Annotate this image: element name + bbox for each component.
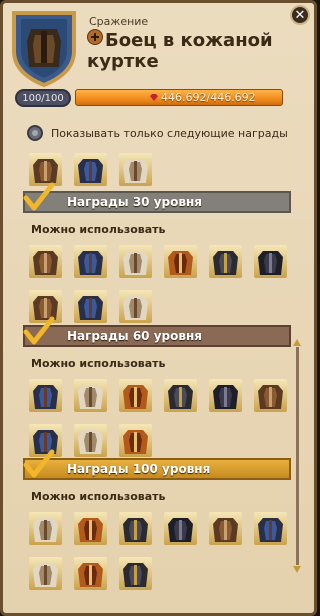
page-title: Боец в кожаной куртке [87,29,297,72]
section-title: Награды 30 уровня [67,195,202,209]
scroll-track[interactable] [296,347,299,565]
leather-jacket-icon [123,385,148,409]
filter-radio[interactable] [27,125,43,141]
leather-jacket-icon [33,251,58,275]
reward-item[interactable] [164,245,197,278]
leather-jacket-icon [78,385,103,409]
reward-item[interactable] [74,424,107,457]
scroll-up-icon[interactable] [293,339,301,346]
leather-jacket-icon [213,518,238,542]
section-banner-100: Награды 100 уровня [23,449,291,480]
section-banner-60: Награды 60 уровня [23,316,291,347]
pvp-icon [87,29,103,45]
reward-item[interactable] [74,153,107,186]
leather-jacket-icon [78,159,103,183]
scroll-down-icon[interactable] [293,566,301,573]
reward-item[interactable] [119,245,152,278]
section-banner-30: Награды 30 уровня [23,182,291,213]
reward-item[interactable] [254,512,287,545]
reward-item[interactable] [209,245,242,278]
close-icon[interactable]: ✕ [295,8,306,23]
close-button[interactable]: ✕ [290,5,310,25]
reward-item[interactable] [164,512,197,545]
section-subtitle: Можно использовать [31,357,166,370]
category-subtitle: Сражение [89,15,149,28]
leather-jacket-icon [213,251,238,275]
leather-jacket-icon [33,385,58,409]
reward-panel: Сражение Боец в кожаной куртке ✕ 100/100… [0,0,317,616]
filter-label: Показывать только следующие награды [51,127,288,140]
level-badge: 100/100 [15,89,71,107]
scrollbar[interactable] [293,339,302,573]
reward-item[interactable] [29,557,62,590]
leather-jacket-icon [33,563,58,587]
reward-item[interactable] [209,379,242,412]
checkmark-icon [23,449,55,478]
reward-item[interactable] [119,379,152,412]
leather-jacket-icon [123,251,148,275]
section-subtitle: Можно использовать [31,490,166,503]
reward-item[interactable] [119,290,152,323]
leather-jacket-icon [123,430,148,454]
fame-gem-icon [150,94,158,101]
leather-jacket-icon [78,430,103,454]
reward-item[interactable] [164,379,197,412]
reward-item[interactable] [119,512,152,545]
leather-jacket-icon [123,296,148,320]
section-title: Награды 100 уровня [67,462,211,476]
section-subtitle: Можно использовать [31,223,166,236]
leather-jacket-icon [258,385,283,409]
title-text: Боец в кожаной куртке [87,30,273,72]
leather-jacket-icon [168,385,193,409]
reward-item[interactable] [254,379,287,412]
leather-jacket-icon [123,159,148,183]
leather-jacket-icon [123,563,148,587]
section-title: Награды 60 уровня [67,329,202,343]
reward-item[interactable] [74,379,107,412]
leather-jacket-icon [78,296,103,320]
reward-item[interactable] [254,245,287,278]
reward-item[interactable] [29,245,62,278]
reward-item[interactable] [74,557,107,590]
reward-item[interactable] [74,290,107,323]
leather-jacket-icon [258,251,283,275]
fame-progress-bar: 446.692/446.692 [75,89,283,106]
reward-item[interactable] [119,557,152,590]
checkmark-icon [23,182,55,211]
checkmark-icon [23,316,55,345]
leather-jacket-icon [123,518,148,542]
reward-item[interactable] [74,245,107,278]
leather-jacket-icon [78,563,103,587]
leather-jacket-icon [213,385,238,409]
fighter-crest-icon [12,11,76,87]
leather-jacket-icon [33,518,58,542]
leather-jacket-icon [168,251,193,275]
leather-jacket-icon [78,518,103,542]
leather-jacket-icon [78,251,103,275]
fame-value: 446.692/446.692 [161,91,256,104]
reward-item[interactable] [119,424,152,457]
reward-item[interactable] [29,512,62,545]
leather-jacket-icon [168,518,193,542]
reward-item[interactable] [209,512,242,545]
reward-item[interactable] [29,379,62,412]
reward-item[interactable] [74,512,107,545]
leather-jacket-icon [258,518,283,542]
reward-item[interactable] [119,153,152,186]
